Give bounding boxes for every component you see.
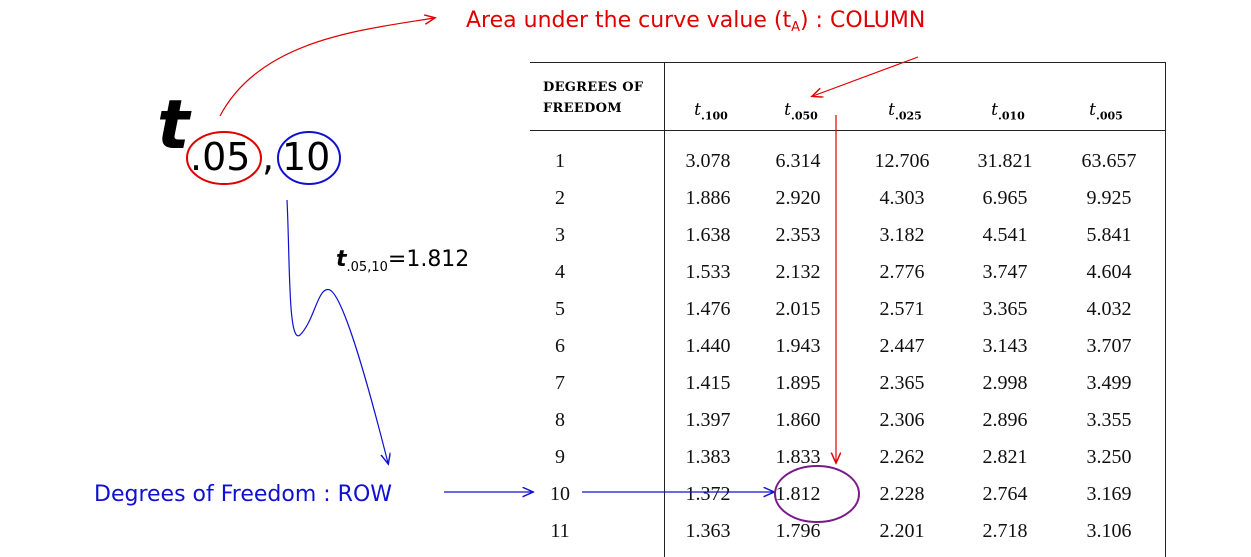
alpha-to-label-arrow <box>219 18 434 117</box>
df-to-label-arrow <box>286 199 388 463</box>
df-highlight-ellipse <box>277 131 341 185</box>
alpha-highlight-ellipse <box>186 131 262 185</box>
answer-highlight-ellipse <box>774 465 860 523</box>
annotation-overlay <box>186 0 919 523</box>
label-to-column-arrow <box>813 56 919 96</box>
